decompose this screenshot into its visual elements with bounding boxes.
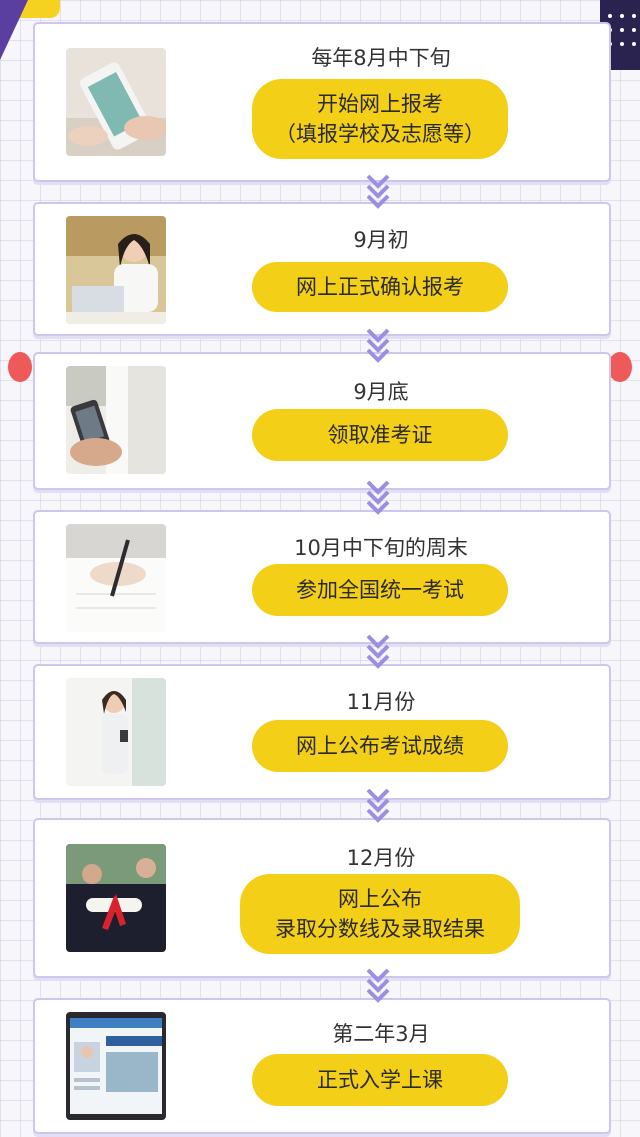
step-action-line: （填报学校及志愿等） [275, 122, 485, 146]
chevron-down-icon [366, 480, 390, 515]
step-date: 9月底 [353, 380, 409, 404]
photo-woman-with-phone [66, 678, 166, 786]
photo-tablet-screen [66, 1012, 166, 1120]
step-action-badge: 网上公布考试成绩 [252, 720, 508, 772]
timeline-step-6: 12月份 网上公布 录取分数线及录取结果 [33, 818, 611, 978]
decoration-dot-right [608, 352, 632, 382]
chevron-down-icon [366, 788, 390, 823]
step-date: 每年8月中下旬 [311, 46, 451, 70]
step-date: 12月份 [346, 846, 416, 870]
step-action-line: 网上公布 [338, 887, 422, 911]
timeline-step-5: 11月份 网上公布考试成绩 [33, 664, 611, 800]
step-date: 9月初 [353, 228, 409, 252]
timeline-step-2: 9月初 网上正式确认报考 [33, 202, 611, 336]
photo-graduates-diploma [66, 844, 166, 952]
step-action-badge: 网上正式确认报考 [252, 262, 508, 312]
step-action-line: 正式入学上课 [317, 1068, 443, 1092]
step-action-line: 开始网上报考 [317, 92, 443, 116]
step-date: 第二年3月 [332, 1022, 430, 1046]
step-action-badge: 领取准考证 [252, 409, 508, 461]
step-action-badge: 开始网上报考 （填报学校及志愿等） [252, 79, 508, 159]
step-action-line: 领取准考证 [327, 423, 433, 447]
chevron-down-icon [366, 174, 390, 209]
timeline-step-1: 每年8月中下旬 开始网上报考 （填报学校及志愿等） [33, 22, 611, 182]
timeline-step-7: 第二年3月 正式入学上课 [33, 998, 611, 1134]
photo-man-with-phone [66, 366, 166, 474]
step-action-badge: 正式入学上课 [252, 1054, 508, 1106]
step-action-line: 网上正式确认报考 [296, 275, 464, 299]
photo-woman-laptop [66, 216, 166, 324]
step-action-badge: 网上公布 录取分数线及录取结果 [240, 874, 520, 954]
photo-hand-writing [66, 524, 166, 632]
photo-phone-in-hands [66, 48, 166, 156]
chevron-down-icon [366, 634, 390, 669]
chevron-down-icon [366, 968, 390, 1003]
corner-decoration-purple [0, 0, 28, 60]
timeline-step-4: 10月中下旬的周末 参加全国统一考试 [33, 510, 611, 644]
chevron-down-icon [366, 328, 390, 363]
step-action-badge: 参加全国统一考试 [252, 564, 508, 616]
step-action-line: 网上公布考试成绩 [296, 734, 464, 758]
step-action-line: 录取分数线及录取结果 [275, 917, 485, 941]
step-date: 10月中下旬的周末 [294, 536, 468, 560]
decoration-dot-left [8, 352, 32, 382]
step-date: 11月份 [346, 690, 416, 714]
timeline-step-3: 9月底 领取准考证 [33, 352, 611, 490]
step-action-line: 参加全国统一考试 [296, 578, 464, 602]
